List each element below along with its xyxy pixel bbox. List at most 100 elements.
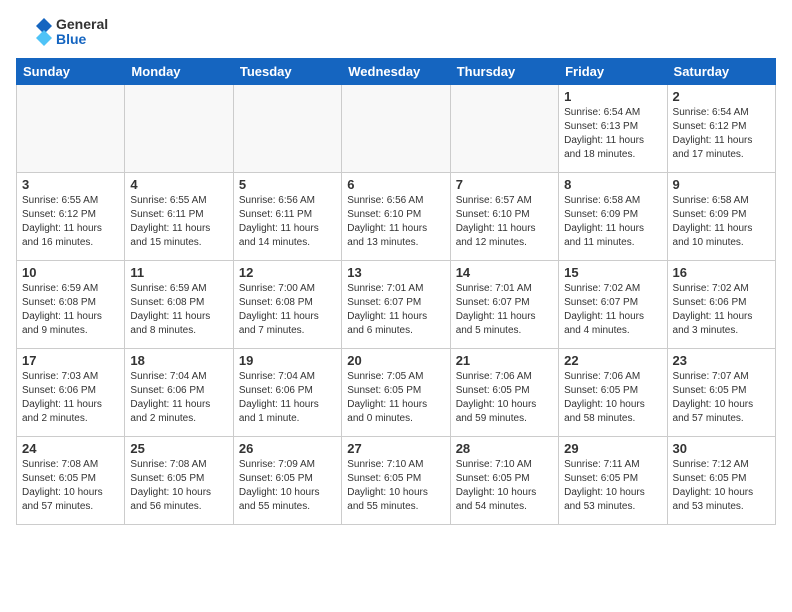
weekday-header: Wednesday [342, 59, 450, 85]
calendar-cell: 14 Sunrise: 7:01 AMSunset: 6:07 PMDayligh… [450, 261, 558, 349]
day-info: Sunrise: 7:04 AMSunset: 6:06 PMDaylight:… [130, 370, 227, 426]
calendar-cell: 12Sunrise: 7:00 AMSunset: 6:08 PMDayligh… [233, 261, 341, 349]
day-number: 10 [22, 265, 119, 280]
logo-general-text: General [56, 17, 108, 32]
calendar-cell: 21 Sunrise: 7:06 AMSunset: 6:05 PMDayligh… [450, 349, 558, 437]
weekday-header: Sunday [17, 59, 125, 85]
day-number: 5 [239, 177, 336, 192]
calendar-cell [233, 85, 341, 173]
day-info: Sunrise: 6:54 AMSunset: 6:13 PMDaylight:… [564, 106, 661, 162]
day-number: 26 [239, 441, 336, 456]
day-number: 30 [673, 441, 770, 456]
calendar-week: 24 Sunrise: 7:08 AMSunset: 6:05 PMDayligh… [17, 437, 776, 525]
day-info: Sunrise: 7:01 AMSunset: 6:07 PMDaylight:… [347, 282, 444, 338]
calendar-header: SundayMondayTuesdayWednesdayThursdayFrid… [17, 59, 776, 85]
day-info: Sunrise: 7:02 AMSunset: 6:06 PMDaylight:… [673, 282, 770, 338]
calendar-cell [125, 85, 233, 173]
calendar-cell: 24 Sunrise: 7:08 AMSunset: 6:05 PMDayligh… [17, 437, 125, 525]
day-number: 18 [130, 353, 227, 368]
calendar-cell: 23Sunrise: 7:07 AMSunset: 6:05 PMDayligh… [667, 349, 775, 437]
day-number: 21 [456, 353, 553, 368]
weekday-header: Thursday [450, 59, 558, 85]
day-number: 4 [130, 177, 227, 192]
day-number: 15 [564, 265, 661, 280]
calendar-body: 1Sunrise: 6:54 AMSunset: 6:13 PMDaylight… [17, 85, 776, 525]
header: General Blue [16, 10, 776, 50]
day-number: 2 [673, 89, 770, 104]
calendar-cell: 29 Sunrise: 7:11 AMSunset: 6:05 PMDayligh… [559, 437, 667, 525]
calendar-cell: 20Sunrise: 7:05 AMSunset: 6:05 PMDayligh… [342, 349, 450, 437]
day-info: Sunrise: 6:57 AMSunset: 6:10 PMDaylight:… [456, 194, 553, 250]
logo-text: General Blue [56, 17, 108, 48]
day-info: Sunrise: 7:04 AMSunset: 6:06 PMDaylight:… [239, 370, 336, 426]
calendar-cell: 28Sunrise: 7:10 AMSunset: 6:05 PMDayligh… [450, 437, 558, 525]
calendar-cell: 9Sunrise: 6:58 AMSunset: 6:09 PMDaylight… [667, 173, 775, 261]
day-number: 3 [22, 177, 119, 192]
calendar-cell: 8 Sunrise: 6:58 AMSunset: 6:09 PMDaylight… [559, 173, 667, 261]
day-number: 22 [564, 353, 661, 368]
calendar-week: 3Sunrise: 6:55 AMSunset: 6:12 PMDaylight… [17, 173, 776, 261]
logo-blue-text: Blue [56, 32, 108, 47]
day-number: 19 [239, 353, 336, 368]
calendar-cell: 26Sunrise: 7:09 AMSunset: 6:05 PMDayligh… [233, 437, 341, 525]
logo-svg [16, 14, 52, 50]
calendar-cell: 15 Sunrise: 7:02 AMSunset: 6:07 PMDayligh… [559, 261, 667, 349]
calendar-cell: 25 Sunrise: 7:08 AMSunset: 6:05 PMDayligh… [125, 437, 233, 525]
calendar-cell: 13 Sunrise: 7:01 AMSunset: 6:07 PMDayligh… [342, 261, 450, 349]
day-number: 28 [456, 441, 553, 456]
calendar-cell [342, 85, 450, 173]
day-info: Sunrise: 7:03 AMSunset: 6:06 PMDaylight:… [22, 370, 119, 426]
calendar-cell: 4 Sunrise: 6:55 AMSunset: 6:11 PMDaylight… [125, 173, 233, 261]
day-number: 25 [130, 441, 227, 456]
calendar-cell: 30 Sunrise: 7:12 AMSunset: 6:05 PMDayligh… [667, 437, 775, 525]
day-info: Sunrise: 7:11 AMSunset: 6:05 PMDaylight:… [564, 458, 661, 514]
day-number: 8 [564, 177, 661, 192]
calendar-week: 10 Sunrise: 6:59 AMSunset: 6:08 PMDayligh… [17, 261, 776, 349]
weekday-header: Friday [559, 59, 667, 85]
day-info: Sunrise: 6:54 AMSunset: 6:12 PMDaylight:… [673, 106, 770, 162]
calendar-cell: 27Sunrise: 7:10 AMSunset: 6:05 PMDayligh… [342, 437, 450, 525]
calendar-cell: 2 Sunrise: 6:54 AMSunset: 6:12 PMDaylight… [667, 85, 775, 173]
day-info: Sunrise: 6:56 AMSunset: 6:11 PMDaylight:… [239, 194, 336, 250]
calendar-page: General Blue SundayMondayTuesdayWednesda… [0, 0, 792, 541]
day-info: Sunrise: 6:58 AMSunset: 6:09 PMDaylight:… [564, 194, 661, 250]
calendar-cell: 18 Sunrise: 7:04 AMSunset: 6:06 PMDayligh… [125, 349, 233, 437]
day-number: 20 [347, 353, 444, 368]
day-info: Sunrise: 7:00 AMSunset: 6:08 PMDaylight:… [239, 282, 336, 338]
calendar-cell: 22 Sunrise: 7:06 AMSunset: 6:05 PMDayligh… [559, 349, 667, 437]
day-info: Sunrise: 6:56 AMSunset: 6:10 PMDaylight:… [347, 194, 444, 250]
day-number: 16 [673, 265, 770, 280]
day-info: Sunrise: 7:01 AMSunset: 6:07 PMDaylight:… [456, 282, 553, 338]
logo: General Blue [16, 14, 108, 50]
day-number: 11 [130, 265, 227, 280]
calendar-week: 17 Sunrise: 7:03 AMSunset: 6:06 PMDayligh… [17, 349, 776, 437]
calendar-cell: 16 Sunrise: 7:02 AMSunset: 6:06 PMDayligh… [667, 261, 775, 349]
day-number: 7 [456, 177, 553, 192]
day-info: Sunrise: 7:08 AMSunset: 6:05 PMDaylight:… [22, 458, 119, 514]
day-number: 24 [22, 441, 119, 456]
calendar-cell: 3Sunrise: 6:55 AMSunset: 6:12 PMDaylight… [17, 173, 125, 261]
day-info: Sunrise: 7:12 AMSunset: 6:05 PMDaylight:… [673, 458, 770, 514]
day-info: Sunrise: 6:59 AMSunset: 6:08 PMDaylight:… [22, 282, 119, 338]
day-info: Sunrise: 6:55 AMSunset: 6:11 PMDaylight:… [130, 194, 227, 250]
calendar-cell [450, 85, 558, 173]
day-number: 27 [347, 441, 444, 456]
calendar-table: SundayMondayTuesdayWednesdayThursdayFrid… [16, 58, 776, 525]
logo-container: General Blue [16, 14, 108, 50]
weekday-header: Tuesday [233, 59, 341, 85]
day-number: 23 [673, 353, 770, 368]
day-number: 17 [22, 353, 119, 368]
day-info: Sunrise: 7:06 AMSunset: 6:05 PMDaylight:… [564, 370, 661, 426]
day-info: Sunrise: 7:02 AMSunset: 6:07 PMDaylight:… [564, 282, 661, 338]
weekday-header: Saturday [667, 59, 775, 85]
day-number: 14 [456, 265, 553, 280]
day-info: Sunrise: 7:06 AMSunset: 6:05 PMDaylight:… [456, 370, 553, 426]
weekday-header: Monday [125, 59, 233, 85]
day-number: 29 [564, 441, 661, 456]
day-number: 13 [347, 265, 444, 280]
weekday-row: SundayMondayTuesdayWednesdayThursdayFrid… [17, 59, 776, 85]
calendar-cell: 6Sunrise: 6:56 AMSunset: 6:10 PMDaylight… [342, 173, 450, 261]
calendar-cell: 5 Sunrise: 6:56 AMSunset: 6:11 PMDaylight… [233, 173, 341, 261]
calendar-cell [17, 85, 125, 173]
day-info: Sunrise: 7:08 AMSunset: 6:05 PMDaylight:… [130, 458, 227, 514]
